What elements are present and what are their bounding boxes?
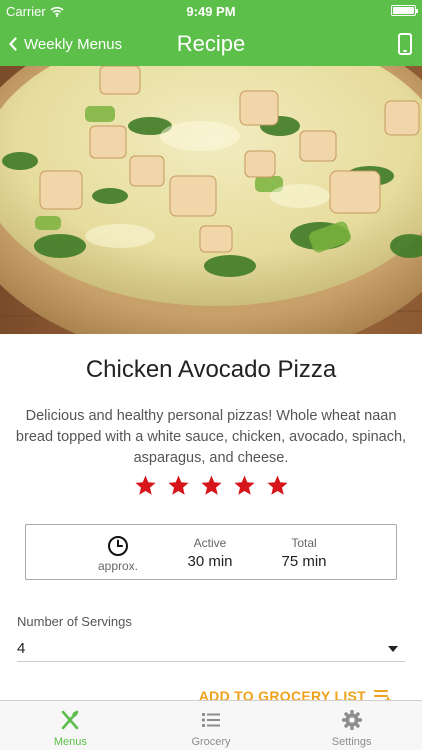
chevron-left-icon: [9, 37, 17, 51]
servings-label: Number of Servings: [17, 614, 132, 629]
back-button[interactable]: Weekly Menus: [8, 22, 122, 66]
status-time: 9:49 PM: [186, 4, 236, 19]
utensils-icon: [62, 710, 79, 730]
star-rating: [0, 474, 422, 497]
active-time-value: 30 min: [187, 553, 233, 570]
tab-grocery[interactable]: Grocery: [141, 701, 282, 750]
time-info-box: approx. Active 30 min Total 75 min: [25, 524, 397, 580]
gear-icon: [341, 710, 362, 730]
star-icon: [167, 475, 189, 495]
total-time: Total 75 min: [264, 536, 344, 570]
star-icon: [233, 475, 255, 495]
star-icon: [200, 475, 222, 495]
tab-menus-label: Menus: [53, 736, 87, 748]
active-time-label: Active: [193, 536, 227, 550]
tab-bar: Menus Grocery Settings: [0, 700, 422, 750]
navigation-bar: Weekly Menus Recipe: [0, 22, 422, 66]
clock-icon: [90, 535, 146, 557]
tab-grocery-label: Grocery: [191, 736, 231, 748]
recipe-title: Chicken Avocado Pizza: [85, 356, 337, 383]
tab-settings[interactable]: Settings: [281, 701, 422, 750]
caret-down-icon: [388, 646, 398, 652]
total-time-label: Total: [291, 536, 317, 550]
servings-value: 4: [17, 640, 26, 657]
phone-device-icon[interactable]: [398, 33, 412, 55]
tab-settings-label: Settings: [331, 736, 372, 748]
battery-icon: [391, 5, 418, 16]
pizza-image: [0, 66, 422, 334]
back-label: Weekly Menus: [24, 35, 123, 53]
star-icon: [266, 475, 288, 495]
list-icon: [202, 713, 220, 727]
status-bar: Carrier 9:49 PM: [0, 0, 422, 22]
active-time: Active 30 min: [170, 536, 250, 570]
recipe-photo: [0, 66, 422, 334]
servings-dropdown[interactable]: 4: [17, 634, 405, 662]
recipe-description: Delicious and healthy personal pizzas! W…: [15, 408, 407, 466]
star-icon: [134, 475, 156, 495]
tab-menus[interactable]: Menus: [0, 701, 141, 750]
approx-label: approx.: [97, 559, 139, 573]
battery-fill: [393, 7, 414, 14]
total-time-value: 75 min: [281, 553, 327, 570]
